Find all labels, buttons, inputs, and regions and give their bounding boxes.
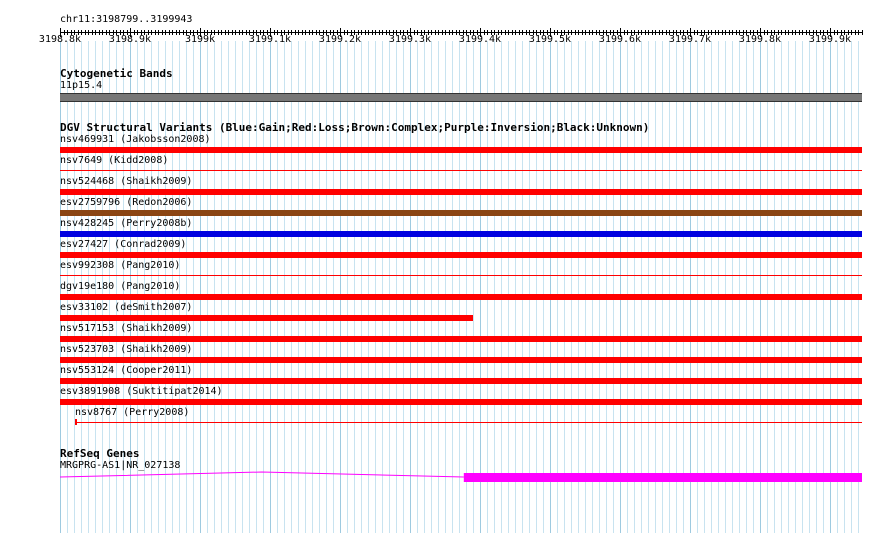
refseq-track-title: RefSeq Genes [60, 447, 140, 460]
dgv-variant-bar[interactable] [60, 170, 862, 171]
dgv-variant-bar[interactable] [60, 294, 862, 300]
ruler-tick-label: 3198.9k [108, 34, 152, 45]
ruler-tick-label: 3198.8k [38, 34, 82, 45]
cytoband-bar[interactable] [60, 93, 862, 102]
ruler-tick-label: 3199.2k [318, 34, 362, 45]
dgv-variant-label: esv27427 (Conrad2009) [60, 239, 187, 250]
ruler-tick-label: 3199.8k [738, 34, 782, 45]
dgv-variant-bar[interactable] [60, 399, 862, 405]
ruler-tick-label: 3199.7k [668, 34, 712, 45]
dgv-variant-label: esv992308 (Pang2010) [60, 260, 181, 271]
dgv-variant-bar[interactable] [60, 252, 862, 258]
dgv-variant-bar[interactable] [60, 210, 862, 216]
ruler-tick-label: 3199.6k [598, 34, 642, 45]
refseq-exon-block[interactable] [463, 473, 862, 482]
dgv-variant-label: esv3891908 (Suktitipat2014) [60, 386, 223, 397]
dgv-variant-label: nsv428245 (Perry2008b) [60, 218, 193, 229]
refseq-intron-line [59, 471, 464, 478]
ruler-region-label: chr11:3198799..3199943 [60, 14, 193, 25]
cytoband-track-title: Cytogenetic Bands [60, 67, 173, 80]
dgv-variant-label: nsv523703 (Shaikh2009) [60, 344, 193, 355]
ruler-tick-label: 3199.3k [388, 34, 432, 45]
dgv-variant-bar[interactable] [60, 378, 862, 384]
dgv-variant-bar[interactable] [60, 147, 862, 153]
dgv-variant-bar[interactable] [60, 231, 862, 237]
refseq-gene-model[interactable] [0, 468, 890, 488]
ruler-tick-label: 3199k [184, 34, 216, 45]
dgv-variant-bar[interactable] [60, 189, 862, 195]
dgv-variant-label: nsv517153 (Shaikh2009) [60, 323, 193, 334]
dgv-variant-label: nsv469931 (Jakobsson2008) [60, 134, 211, 145]
dgv-variant-label: dgv19e180 (Pang2010) [60, 281, 181, 292]
dgv-variant-label: nsv524468 (Shaikh2009) [60, 176, 193, 187]
dgv-track-title: DGV Structural Variants (Blue:Gain;Red:L… [60, 121, 650, 134]
dgv-variant-label: nsv8767 (Perry2008) [75, 407, 190, 418]
ruler-tick-label: 3199.1k [248, 34, 292, 45]
dgv-variant-label: nsv7649 (Kidd2008) [60, 155, 169, 166]
dgv-variant-label: esv2759796 (Redon2006) [60, 197, 193, 208]
dgv-variant-bar[interactable] [60, 315, 473, 321]
dgv-variant-label: nsv553124 (Cooper2011) [60, 365, 193, 376]
ruler-tick-label: 3199.9k [808, 34, 852, 45]
dgv-variant-bar[interactable] [75, 422, 862, 423]
ruler-tick-label: 3199.4k [458, 34, 502, 45]
cytoband-label: 11p15.4 [60, 80, 103, 91]
dgv-variant-bar[interactable] [60, 336, 862, 342]
dgv-variant-bar[interactable] [60, 357, 862, 363]
ruler-tick-label: 3199.5k [528, 34, 572, 45]
genome-browser-view: chr11:3198799..3199943 3198.8k 3198.9k 319… [0, 0, 890, 533]
dgv-variant-label: esv33102 (deSmith2007) [60, 302, 193, 313]
dgv-variant-bar[interactable] [60, 275, 862, 276]
